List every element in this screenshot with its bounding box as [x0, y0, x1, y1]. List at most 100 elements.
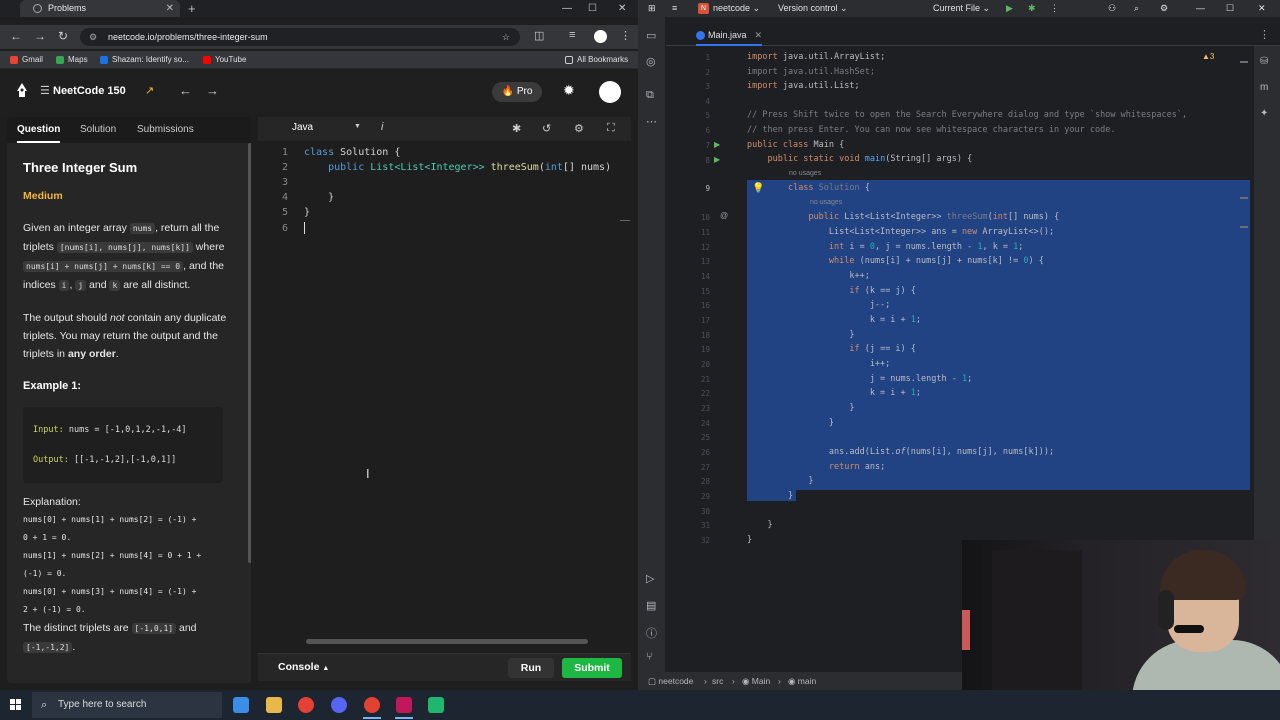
error-stripe-mark[interactable]	[1240, 61, 1248, 63]
code-line[interactable]: j--;	[747, 298, 890, 312]
breadcrumb-class[interactable]: ◉ Main	[742, 672, 770, 690]
external-link-icon[interactable]: ↗	[145, 84, 154, 97]
error-stripe-mark[interactable]	[1240, 197, 1248, 199]
code-line[interactable]: while (nums[i] + nums[j] + nums[k] != 0)…	[747, 254, 1044, 268]
hamburger-menu-icon[interactable]: ≡	[672, 0, 677, 17]
warning-count[interactable]: ▲3	[1202, 52, 1214, 61]
code-line[interactable]: k++;	[747, 269, 869, 283]
new-tab-icon[interactable]: +	[188, 0, 196, 17]
code-line[interactable]: import java.util.HashSet;	[747, 65, 875, 79]
vcs-selector[interactable]: Version control ⌄	[778, 0, 848, 17]
media-icon[interactable]: ≡	[569, 29, 575, 41]
code-line[interactable]: k = i + 1;	[747, 386, 921, 400]
code-line[interactable]: 6	[258, 222, 305, 237]
reset-icon[interactable]: ↺	[542, 122, 551, 135]
ai-assistant-icon[interactable]: ✦	[1260, 108, 1268, 119]
settings-icon[interactable]: ⚙	[574, 122, 584, 135]
language-select[interactable]: Java	[292, 122, 313, 133]
code-line[interactable]: 5}	[258, 207, 310, 222]
code-line[interactable]: 1 class Solution {	[258, 147, 400, 162]
code-line[interactable]: public class Main {	[747, 138, 844, 152]
extensions-icon[interactable]: ◫	[534, 29, 544, 42]
code-line[interactable]: i++;	[747, 357, 890, 371]
bookmark-maps[interactable]: Maps	[56, 51, 88, 69]
back-icon[interactable]: ←	[10, 29, 22, 43]
gear-icon[interactable]: ⚙	[1160, 0, 1168, 17]
code-line[interactable]: k = i + 1;	[747, 313, 921, 327]
bookmark-youtube[interactable]: YouTube	[203, 51, 246, 69]
more-icon[interactable]: ⋮	[1259, 28, 1270, 41]
run-config-selector[interactable]: Current File ⌄	[933, 0, 990, 17]
app-icon[interactable]	[428, 697, 444, 713]
code-line[interactable]: public List<List<Integer>> threeSum(int[…	[747, 210, 1059, 224]
taskbar-search[interactable]: ⌕ Type here to search	[32, 692, 222, 718]
fullscreen-icon[interactable]: ⛶	[607, 122, 615, 135]
code-line[interactable]: if (k == j) {	[747, 284, 916, 298]
address-bar[interactable]: ⚙ neetcode.io/problems/three-integer-sum…	[80, 28, 520, 46]
console-toggle[interactable]: Console ▲	[278, 661, 329, 673]
task-view-icon[interactable]	[233, 697, 249, 713]
code-line[interactable]: 4 }	[258, 192, 334, 207]
code-line[interactable]: }	[747, 533, 752, 547]
terminal-icon[interactable]: ▤	[646, 599, 656, 612]
pro-button[interactable]: 🔥 Pro	[492, 82, 542, 102]
run-icon[interactable]: ▶	[1006, 0, 1013, 17]
chrome-active-icon[interactable]	[364, 697, 380, 713]
maximize-icon[interactable]: ☐	[1226, 0, 1234, 17]
code-line[interactable]: import java.util.List;	[747, 79, 860, 93]
code-line[interactable]: ans.add(List.of(nums[i], nums[j], nums[k…	[747, 445, 1054, 459]
bookmark-gmail[interactable]: Gmail	[10, 51, 43, 69]
close-tab-icon[interactable]: ✕	[755, 30, 763, 40]
database-icon[interactable]: ⛁	[1260, 56, 1268, 67]
code-line[interactable]: }	[747, 518, 772, 532]
code-line[interactable]: // Press Shift twice to open the Search …	[747, 108, 1187, 122]
info-icon[interactable]: i	[381, 121, 383, 133]
horizontal-scrollbar[interactable]	[306, 639, 588, 644]
bookmark-shazam[interactable]: Shazam: Identify so...	[100, 51, 189, 69]
maximize-icon[interactable]: ☐	[588, 0, 597, 17]
code-line[interactable]: List<List<Integer>> ans = new ArrayList<…	[747, 225, 1054, 239]
browser-tab[interactable]: Problems ✕	[20, 0, 180, 17]
close-tab-icon[interactable]: ✕	[166, 0, 174, 17]
course-title[interactable]: NeetCode 150	[53, 85, 126, 97]
code-line[interactable]: return ans;	[747, 460, 885, 474]
code-line[interactable]: }	[747, 489, 793, 503]
intellij-icon[interactable]	[396, 697, 412, 713]
code-line[interactable]: }	[747, 401, 854, 415]
breadcrumb-project[interactable]: ▢ neetcode	[648, 672, 693, 690]
run-gutter-icon[interactable]: ▶	[714, 155, 720, 164]
scrollbar[interactable]	[248, 143, 251, 563]
code-line[interactable]: public static void main(String[] args) {	[747, 152, 972, 166]
minimize-icon[interactable]: —	[562, 0, 572, 17]
start-button[interactable]	[10, 699, 22, 711]
code-line[interactable]: class Solution {	[747, 181, 870, 195]
code-line[interactable]: 2 public List<List<Integer>> threeSum(in…	[258, 162, 611, 177]
code-line[interactable]: 3	[258, 177, 304, 192]
submit-button[interactable]: Submit	[562, 658, 622, 678]
menu-icon[interactable]: ⋮	[620, 29, 631, 42]
code-line[interactable]: }	[747, 474, 813, 488]
code-line[interactable]: j = nums.length - 1;	[747, 372, 972, 386]
chevron-down-icon[interactable]: ▼	[354, 123, 361, 130]
neetcode-logo-icon[interactable]	[16, 83, 28, 99]
close-window-icon[interactable]: ✕	[1258, 0, 1266, 17]
list-icon[interactable]: ☰	[40, 84, 50, 97]
site-info-icon[interactable]: ⚙	[89, 28, 97, 46]
close-window-icon[interactable]: ✕	[618, 0, 626, 17]
chrome-icon[interactable]	[298, 697, 314, 713]
forward-icon[interactable]: →	[34, 29, 46, 43]
error-stripe-mark[interactable]	[1240, 226, 1248, 228]
git-icon[interactable]: ⑂	[646, 651, 653, 663]
all-bookmarks[interactable]: All Bookmarks	[565, 51, 628, 69]
folder-icon[interactable]: ▭	[646, 29, 656, 42]
code-line[interactable]: }	[747, 328, 854, 342]
code-line[interactable]: import java.util.ArrayList;	[747, 50, 885, 64]
debug-icon[interactable]: ✱	[1028, 0, 1036, 17]
bookmark-star-icon[interactable]: ☆	[502, 28, 510, 46]
code-line[interactable]: if (j == i) {	[747, 342, 916, 356]
more-icon[interactable]: ⋮	[1050, 0, 1059, 17]
windows-icon[interactable]: ⊞	[648, 0, 656, 17]
profile-avatar[interactable]	[594, 30, 607, 43]
search-icon[interactable]: ⌕	[1134, 0, 1139, 17]
tab-solution[interactable]: Solution	[80, 117, 116, 143]
